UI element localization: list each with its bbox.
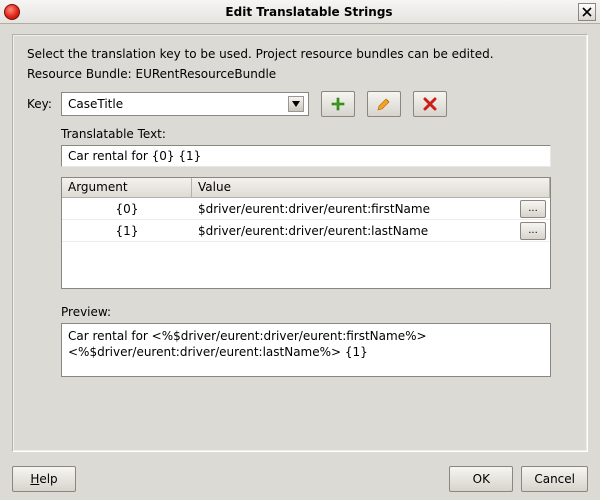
resource-bundle-value: EURentResourceBundle xyxy=(136,67,277,81)
edit-key-button[interactable] xyxy=(367,91,401,117)
argument-cell: {0} xyxy=(62,202,192,216)
ok-button-label: OK xyxy=(473,472,490,486)
chevron-down-icon xyxy=(288,96,304,112)
value-cell: $driver/eurent:driver/eurent:firstName xyxy=(192,202,520,216)
plus-icon xyxy=(330,96,346,112)
x-icon xyxy=(423,97,437,111)
cancel-button[interactable]: Cancel xyxy=(521,466,588,492)
dialog-footer: Help OK Cancel xyxy=(12,466,588,492)
pencil-icon xyxy=(376,96,392,112)
help-button[interactable]: Help xyxy=(12,466,76,492)
instruction-text: Select the translation key to be used. P… xyxy=(27,47,573,61)
key-dropdown[interactable]: CaseTitle xyxy=(61,92,309,116)
table-row[interactable]: {1} $driver/eurent:driver/eurent:lastNam… xyxy=(62,220,550,242)
arguments-table: Argument Value {0} $driver/eurent:driver… xyxy=(61,177,551,289)
window-close-button[interactable] xyxy=(578,3,596,21)
delete-key-button[interactable] xyxy=(413,91,447,117)
key-label: Key: xyxy=(27,97,55,111)
table-row[interactable]: {0} $driver/eurent:driver/eurent:firstNa… xyxy=(62,198,550,220)
close-icon xyxy=(582,7,592,17)
ok-button[interactable]: OK xyxy=(449,466,513,492)
browse-value-button[interactable]: ... xyxy=(520,222,546,240)
help-button-label: Help xyxy=(30,472,57,486)
column-header-value[interactable]: Value xyxy=(192,178,550,197)
translatable-text-input[interactable] xyxy=(61,145,551,167)
key-dropdown-value: CaseTitle xyxy=(68,97,123,111)
browse-value-button[interactable]: ... xyxy=(520,200,546,218)
key-row: Key: CaseTitle xyxy=(27,91,573,117)
add-key-button[interactable] xyxy=(321,91,355,117)
resource-bundle-line: Resource Bundle: EURentResourceBundle xyxy=(27,67,573,81)
preview-label: Preview: xyxy=(61,305,573,319)
column-header-argument[interactable]: Argument xyxy=(62,178,192,197)
translatable-text-label: Translatable Text: xyxy=(61,127,573,141)
titlebar: Edit Translatable Strings xyxy=(0,0,600,24)
value-cell: $driver/eurent:driver/eurent:lastName xyxy=(192,224,520,238)
preview-box: Car rental for <%$driver/eurent:driver/e… xyxy=(61,323,551,377)
argument-cell: {1} xyxy=(62,224,192,238)
resource-bundle-label: Resource Bundle: xyxy=(27,67,132,81)
window-title: Edit Translatable Strings xyxy=(40,5,578,19)
cancel-button-label: Cancel xyxy=(534,472,575,486)
main-panel: Select the translation key to be used. P… xyxy=(12,34,588,452)
app-icon xyxy=(4,4,20,20)
